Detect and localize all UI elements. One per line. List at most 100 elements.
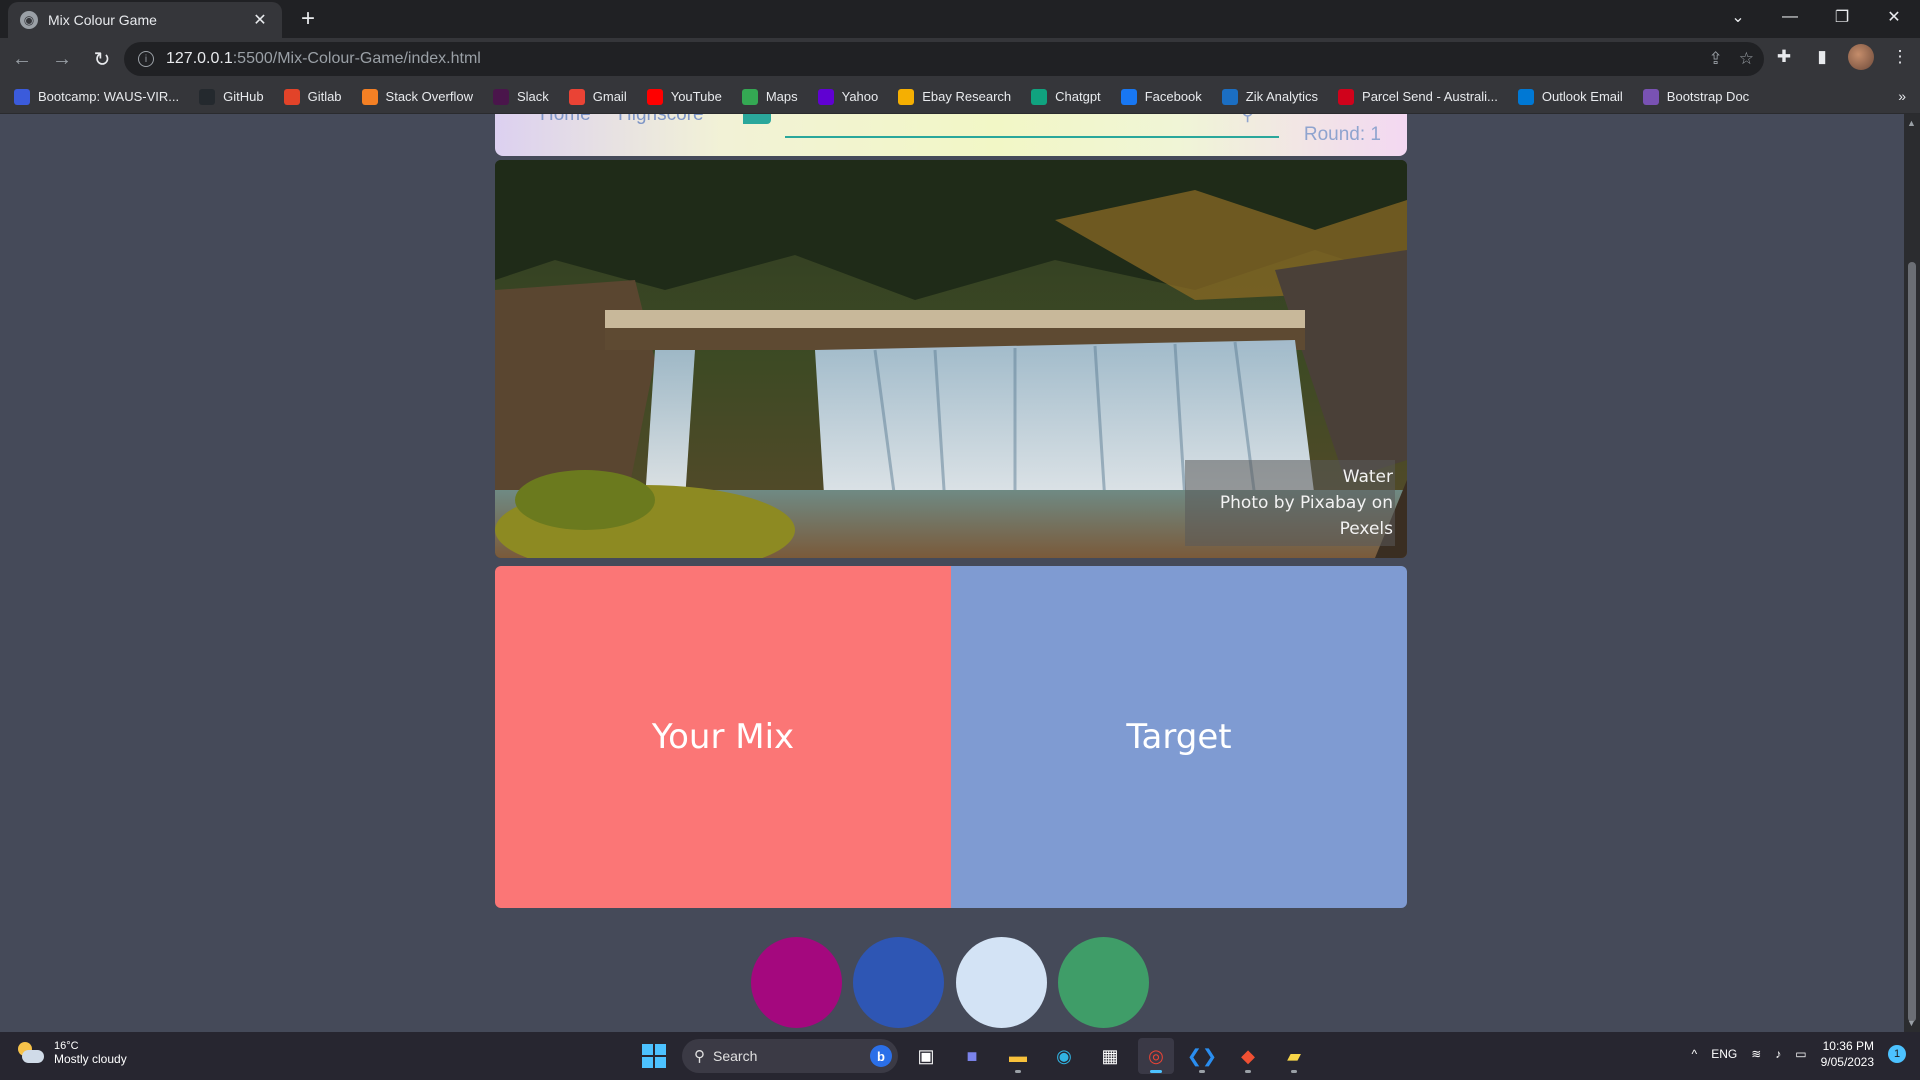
swatch-light-blue[interactable] <box>956 937 1047 1028</box>
round-counter: Round: 1 <box>1303 124 1381 145</box>
scrollbar-thumb[interactable] <box>1908 262 1916 1022</box>
bookmark-label: Gmail <box>592 89 627 104</box>
bookmark-label: Bootstrap Doc <box>1666 89 1750 104</box>
bookmark-label: Stack Overflow <box>385 89 473 104</box>
profile-avatar[interactable] <box>1848 44 1874 70</box>
bookmark-item[interactable]: Chatgpt <box>1031 88 1101 105</box>
battery-icon[interactable]: ▭ <box>1795 1047 1806 1061</box>
swatch-green[interactable] <box>1058 937 1149 1028</box>
page-scrollbar[interactable]: ▲ ▼ <box>1904 114 1920 1032</box>
windows-start-icon[interactable] <box>636 1038 672 1074</box>
back-button[interactable]: ← <box>4 41 40 77</box>
teams-chat-icon[interactable]: ■ <box>954 1038 990 1074</box>
sticky-notes-icon[interactable]: ▰ <box>1276 1038 1312 1074</box>
page-viewport: Home Highscore ⚲ Round: 1 Water Photo by… <box>0 114 1904 1032</box>
bing-icon[interactable]: b <box>870 1045 892 1067</box>
wifi-icon[interactable]: ≋ <box>1751 1047 1761 1061</box>
bookmark-item[interactable]: YouTube <box>646 88 722 105</box>
bookmark-item[interactable]: GitHub <box>199 88 264 105</box>
minimize-button[interactable]: — <box>1764 0 1816 34</box>
new-tab-button[interactable]: + <box>294 6 322 34</box>
globe-icon: ◉ <box>20 11 38 29</box>
search-input[interactable] <box>785 114 1279 138</box>
nav-home-link[interactable]: Home <box>540 114 591 126</box>
swatch-magenta[interactable] <box>751 937 842 1028</box>
file-explorer-icon[interactable]: ▬ <box>1000 1038 1036 1074</box>
bookmark-item[interactable]: Slack <box>492 88 549 105</box>
chrome-icon[interactable]: ◎ <box>1138 1038 1174 1074</box>
bootstrap-icon <box>1642 88 1659 105</box>
scroll-down-icon[interactable]: ▼ <box>1907 1018 1916 1028</box>
forward-button[interactable]: → <box>44 41 80 77</box>
bookmark-label: Maps <box>765 89 798 104</box>
store-icon[interactable]: ▦ <box>1092 1038 1128 1074</box>
bookmark-item[interactable]: Outlook Email <box>1517 88 1623 105</box>
task-view-icon[interactable]: ▣ <box>908 1038 944 1074</box>
windows-taskbar: 16°C Mostly cloudy ⚲ Search b ▣ ■ ▬ ◉ ▦ … <box>0 1032 1920 1080</box>
temperature: 16°C <box>54 1040 79 1052</box>
extensions-icon[interactable]: ✚ <box>1772 45 1796 69</box>
bookmark-label: Yahoo <box>841 89 879 104</box>
address-bar[interactable]: i 127.0.0.1:5500/Mix-Colour-Game/index.h… <box>124 42 1764 76</box>
nav-highscore-link[interactable]: Highscore <box>618 114 704 126</box>
bookmark-item[interactable]: Zik Analytics <box>1221 88 1319 105</box>
bookmark-item[interactable]: Bootstrap Doc <box>1642 88 1750 105</box>
bookmark-item[interactable]: Stack Overflow <box>361 88 473 105</box>
bookmark-item[interactable]: Bootcamp: WAUS-VIR... <box>14 88 180 105</box>
language-indicator[interactable]: ENG <box>1711 1047 1737 1061</box>
chat-icon[interactable] <box>743 114 771 124</box>
close-tab-icon[interactable]: ✕ <box>250 10 270 30</box>
browser-tab[interactable]: ◉ Mix Colour Game ✕ <box>8 2 282 38</box>
photo-credit: Photo by Pixabay on Pexels <box>1219 493 1393 539</box>
parcelsend-icon <box>1338 88 1355 105</box>
reload-button[interactable]: ↻ <box>84 41 120 77</box>
game-navbar: Home Highscore ⚲ Round: 1 <box>495 114 1407 156</box>
bookmark-item[interactable]: Yahoo <box>817 88 879 105</box>
menu-icon[interactable]: ⋮ <box>1888 45 1912 69</box>
search-icon[interactable]: ⚲ <box>1241 114 1254 125</box>
ebay-icon <box>898 88 915 105</box>
target-panel: Target <box>951 566 1407 908</box>
github-icon <box>199 88 216 105</box>
notification-badge[interactable]: 1 <box>1888 1045 1906 1063</box>
bookmark-item[interactable]: Gmail <box>568 88 627 105</box>
bookmark-star-icon[interactable]: ☆ <box>1739 49 1754 69</box>
bookmarks-overflow-icon[interactable]: » <box>1898 88 1906 104</box>
youtube-icon <box>646 88 663 105</box>
vscode-icon[interactable]: ❮❯ <box>1184 1038 1220 1074</box>
bookmark-item[interactable]: Maps <box>741 88 798 105</box>
close-window-button[interactable]: ✕ <box>1868 0 1920 34</box>
side-panel-icon[interactable]: ▮ <box>1810 45 1834 69</box>
bookmark-item[interactable]: Ebay Research <box>898 88 1011 105</box>
bookmark-label: Parcel Send - Australi... <box>1362 89 1498 104</box>
tab-search-icon[interactable]: ⌄ <box>1712 0 1764 34</box>
bookmark-label: Chatgpt <box>1055 89 1101 104</box>
bookmark-item[interactable]: Gitlab <box>283 88 342 105</box>
chevron-up-icon[interactable]: ^ <box>1692 1047 1698 1061</box>
stackoverflow-icon <box>361 88 378 105</box>
outlook-icon <box>1517 88 1534 105</box>
restore-button[interactable]: ❐ <box>1816 0 1868 34</box>
site-info-icon[interactable]: i <box>138 51 154 67</box>
clock[interactable]: 10:36 PM 9/05/2023 <box>1821 1038 1874 1070</box>
edge-icon[interactable]: ◉ <box>1046 1038 1082 1074</box>
swatch-blue[interactable] <box>853 937 944 1028</box>
tab-title: Mix Colour Game <box>48 12 157 28</box>
git-icon[interactable]: ◆ <box>1230 1038 1266 1074</box>
volume-icon[interactable]: ♪ <box>1775 1047 1781 1061</box>
bookmark-label: Facebook <box>1144 89 1202 104</box>
url-path: :5500/Mix-Colour-Game/index.html <box>232 50 481 67</box>
system-tray: ^ ENG ≋ ♪ ▭ 10:36 PM 9/05/2023 1 <box>1692 1038 1906 1070</box>
bookmark-label: Zik Analytics <box>1245 89 1319 104</box>
chatgpt-icon <box>1031 88 1048 105</box>
bookmark-label: Slack <box>516 89 549 104</box>
bookmark-item[interactable]: Parcel Send - Australi... <box>1338 88 1498 105</box>
taskbar-search[interactable]: ⚲ Search b <box>682 1039 898 1073</box>
bookmark-item[interactable]: Facebook <box>1120 88 1202 105</box>
share-icon[interactable]: ⇪ <box>1709 49 1723 69</box>
scroll-up-icon[interactable]: ▲ <box>1907 118 1916 128</box>
bookmark-label: Bootcamp: WAUS-VIR... <box>38 89 180 104</box>
browser-toolbar: ← → ↻ i 127.0.0.1:5500/Mix-Colour-Game/i… <box>0 38 1920 80</box>
bookmark-label: GitHub <box>223 89 264 104</box>
weather-widget[interactable]: 16°C Mostly cloudy <box>16 1040 127 1066</box>
